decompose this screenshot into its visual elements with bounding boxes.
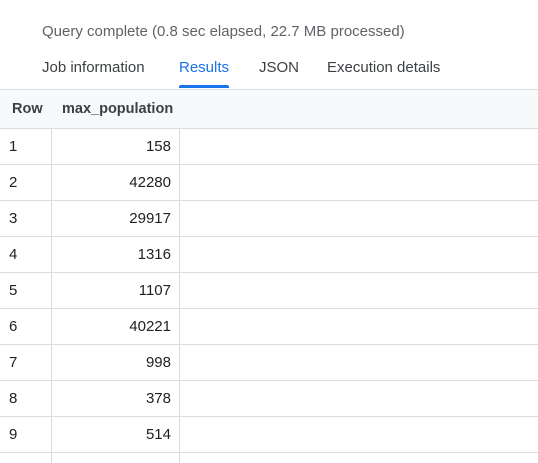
max-population-cell[interactable]: 40221	[52, 309, 180, 344]
table-row: 2 42280	[0, 165, 538, 201]
table-row: 1 158	[0, 129, 538, 165]
max-population-cell[interactable]: 1316	[52, 237, 180, 272]
table-row: 6 40221	[0, 309, 538, 345]
table-row: 9 514	[0, 417, 538, 453]
tab-job-information[interactable]: Job information	[42, 50, 145, 86]
row-number: 7	[0, 345, 52, 380]
table-row: 4 1316	[0, 237, 538, 273]
results-table: Row max_population 1 158 2 42280 3 29917…	[0, 89, 538, 463]
max-population-cell[interactable]: 1107	[52, 273, 180, 308]
max-population-cell[interactable]: 378	[52, 381, 180, 416]
row-number: 2	[0, 165, 52, 200]
row-number: 4	[0, 237, 52, 272]
row-number: 5	[0, 273, 52, 308]
row-number: 1	[0, 129, 52, 164]
query-status: Query complete (0.8 sec elapsed, 22.7 MB…	[42, 23, 405, 40]
max-population-cell[interactable]: 42280	[52, 165, 180, 200]
table-row-partial	[0, 453, 538, 463]
table-header-row: Row max_population	[0, 90, 538, 129]
row-number: 3	[0, 201, 52, 236]
header-filler	[180, 90, 538, 128]
tab-execution-details[interactable]: Execution details	[327, 50, 440, 86]
row-number: 8	[0, 381, 52, 416]
max-population-cell[interactable]: 29917	[52, 201, 180, 236]
results-tabs: Job information Results JSON Execution d…	[0, 50, 538, 88]
row-number: 9	[0, 417, 52, 452]
column-header-row[interactable]: Row	[0, 90, 52, 128]
table-row: 3 29917	[0, 201, 538, 237]
tab-results[interactable]: Results	[179, 50, 230, 88]
column-header-max-population[interactable]: max_population	[52, 90, 180, 128]
table-row: 8 378	[0, 381, 538, 417]
max-population-cell[interactable]: 158	[52, 129, 180, 164]
max-population-cell[interactable]: 514	[52, 417, 180, 452]
table-row: 5 1107	[0, 273, 538, 309]
max-population-cell[interactable]: 998	[52, 345, 180, 380]
row-number: 6	[0, 309, 52, 344]
tab-json[interactable]: JSON	[259, 50, 299, 86]
table-row: 7 998	[0, 345, 538, 381]
